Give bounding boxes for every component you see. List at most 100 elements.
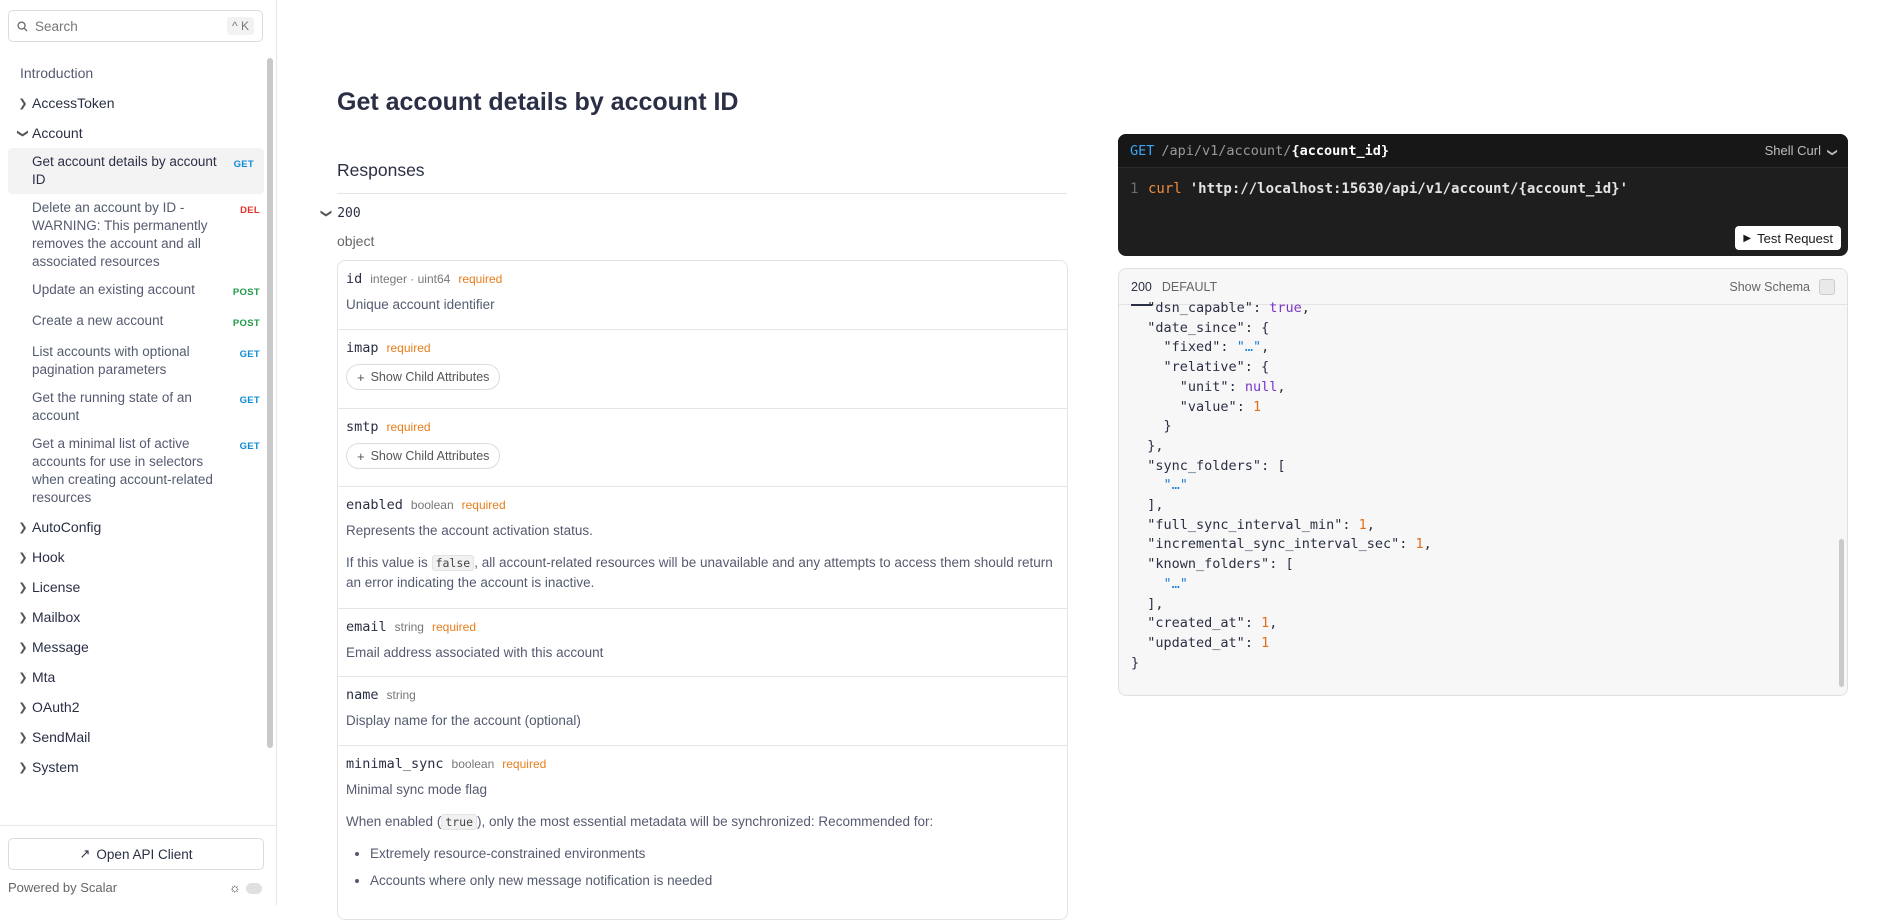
bullet-list: Extremely resource-constrained environme… bbox=[370, 840, 1059, 894]
sidebar-item-system[interactable]: ❯ System bbox=[0, 752, 270, 782]
prop-type: boolean bbox=[451, 757, 495, 771]
note-text: When enabled ( bbox=[346, 814, 442, 829]
sidebar-item-introduction[interactable]: Introduction bbox=[0, 58, 270, 88]
sidebar-item-sendmail[interactable]: ❯ SendMail bbox=[0, 722, 270, 752]
required-badge: required bbox=[386, 420, 431, 434]
chevron-right-icon: ❯ bbox=[18, 671, 28, 684]
chevron-down-icon: ❯ bbox=[1826, 148, 1838, 157]
sidebar-item-label: OAuth2 bbox=[32, 699, 80, 715]
sidebar-endpoint-running-state[interactable]: Get the running state of an account GET bbox=[0, 384, 270, 430]
sidebar-item-license[interactable]: ❯ License bbox=[0, 572, 270, 602]
prop-description: Display name for the account (optional) bbox=[346, 713, 581, 728]
sidebar-scrollbar[interactable] bbox=[266, 50, 273, 820]
method-badge: POST bbox=[232, 287, 260, 298]
open-api-client-button[interactable]: ↗ Open API Client bbox=[8, 838, 264, 870]
sidebar-item-oauth2[interactable]: ❯ OAuth2 bbox=[0, 692, 270, 722]
search-shortcut: ^ K bbox=[227, 17, 254, 35]
button-label: Open API Client bbox=[96, 846, 193, 862]
sidebar-endpoint-list-accounts[interactable]: List accounts with optional pagination p… bbox=[0, 338, 270, 384]
prop-type: boolean bbox=[410, 498, 454, 512]
prop-minimal-sync: minimal_sync boolean required Minimal sy… bbox=[338, 746, 1067, 894]
sidebar-endpoint-delete-account[interactable]: Delete an account by ID - WARNING: This … bbox=[0, 194, 270, 276]
object-type: object bbox=[337, 233, 375, 249]
prop-name: name bbox=[346, 687, 379, 703]
search-placeholder: Search bbox=[35, 18, 78, 34]
chevron-right-icon: ❯ bbox=[18, 761, 28, 774]
sidebar-nav: Introduction ❯ AccessToken ❯ Account Get… bbox=[0, 58, 270, 826]
prop-name: enabled bbox=[346, 497, 403, 513]
powered-by-text[interactable]: Powered by Scalar bbox=[8, 880, 117, 895]
prop-enabled: enabled boolean required Represents the … bbox=[338, 487, 1067, 609]
sidebar-endpoint-create-account[interactable]: Create a new account POST bbox=[0, 307, 270, 338]
prop-type: integer · uint64 bbox=[370, 272, 451, 286]
sidebar-item-mailbox[interactable]: ❯ Mailbox bbox=[0, 602, 270, 632]
method-badge: GET bbox=[233, 159, 254, 170]
show-child-attributes-button[interactable]: + Show Child Attributes bbox=[346, 364, 501, 390]
required-badge: required bbox=[431, 620, 477, 634]
response-scrollbar[interactable] bbox=[1839, 313, 1845, 693]
status-code: 200 bbox=[337, 206, 361, 221]
note-text: If this value is bbox=[346, 555, 428, 570]
scrollbar-thumb[interactable] bbox=[267, 58, 273, 748]
prop-type: string bbox=[394, 620, 424, 634]
sidebar-item-label: SendMail bbox=[32, 729, 91, 745]
prop-description: Unique account identifier bbox=[346, 297, 495, 312]
prop-name: smtp bbox=[346, 419, 379, 435]
sidebar-item-message[interactable]: ❯ Message bbox=[0, 632, 270, 662]
endpoint-label: Delete an account by ID - WARNING: This … bbox=[32, 200, 208, 269]
play-icon: ▶ bbox=[1743, 232, 1752, 244]
chevron-right-icon: ❯ bbox=[18, 551, 28, 564]
endpoint-label: Create a new account bbox=[32, 313, 164, 328]
tab-default[interactable]: DEFAULT bbox=[1162, 280, 1217, 294]
method-badge: GET bbox=[239, 349, 260, 360]
client-selector[interactable]: Shell Curl ❯ bbox=[1764, 143, 1838, 158]
sidebar-item-label: License bbox=[32, 579, 81, 595]
chevron-down-icon: ❯ bbox=[320, 208, 333, 219]
list-item: Extremely resource-constrained environme… bbox=[370, 840, 1059, 867]
sidebar-endpoint-update-account[interactable]: Update an existing account POST bbox=[0, 276, 270, 307]
sidebar-endpoint-get-account[interactable]: Get account details by account ID GET bbox=[8, 148, 264, 194]
sidebar-item-accesstoken[interactable]: ❯ AccessToken bbox=[0, 88, 270, 118]
sidebar-endpoint-minimal-list[interactable]: Get a minimal list of active accounts fo… bbox=[0, 430, 270, 512]
endpoint-label: Get account details by account ID bbox=[32, 154, 217, 187]
sidebar-item-label: Account bbox=[32, 125, 83, 141]
chevron-right-icon: ❯ bbox=[18, 611, 28, 624]
show-child-attributes-button[interactable]: + Show Child Attributes bbox=[346, 443, 501, 469]
prop-note: If this value is false, all account-rela… bbox=[346, 553, 1059, 593]
note-text: ), only the most essential metadata will… bbox=[477, 814, 934, 829]
show-schema-toggle[interactable]: Show Schema bbox=[1729, 278, 1835, 295]
sidebar-item-hook[interactable]: ❯ Hook bbox=[0, 542, 270, 572]
chevron-down-icon: ❯ bbox=[16, 128, 29, 138]
client-label: Shell Curl bbox=[1764, 143, 1821, 158]
required-badge: required bbox=[386, 341, 431, 355]
test-request-button[interactable]: ▶ Test Request bbox=[1735, 226, 1841, 250]
sidebar-item-autoconfig[interactable]: ❯ AutoConfig bbox=[0, 512, 270, 542]
curl-keyword: curl bbox=[1148, 181, 1182, 197]
list-item: Accounts where only new message notifica… bbox=[370, 867, 1059, 894]
theme-toggle[interactable]: ☼ bbox=[229, 880, 263, 897]
properties-list: id integer · uint64 required Unique acco… bbox=[337, 260, 1068, 920]
scrollbar-thumb[interactable] bbox=[1839, 539, 1844, 687]
endpoint-label: Get a minimal list of active accounts fo… bbox=[32, 436, 213, 505]
search-input[interactable]: Search ^ K bbox=[8, 10, 263, 42]
prop-description: Minimal sync mode flag bbox=[346, 782, 488, 797]
request-path: /api/v1/account/ bbox=[1161, 142, 1292, 159]
endpoint-label: List accounts with optional pagination p… bbox=[32, 344, 190, 377]
button-label: Show Child Attributes bbox=[370, 370, 490, 384]
prop-name-field: name string Display name for the account… bbox=[338, 677, 1067, 746]
page-title: Get account details by account ID bbox=[337, 88, 739, 116]
prop-type: string bbox=[386, 688, 416, 702]
prop-description: Represents the account activation status… bbox=[346, 523, 593, 538]
sidebar-item-mta[interactable]: ❯ Mta bbox=[0, 662, 270, 692]
arrow-up-right-icon: ↗ bbox=[79, 846, 91, 861]
request-example-card: GET /api/v1/account/{account_id} Shell C… bbox=[1118, 134, 1848, 256]
status-200-toggle[interactable]: ❯ 200 bbox=[320, 206, 361, 221]
prop-name: email bbox=[346, 619, 387, 635]
checkbox[interactable] bbox=[1819, 278, 1835, 295]
prop-note: When enabled (true), only the most essen… bbox=[346, 812, 1059, 832]
prop-name: id bbox=[346, 271, 363, 287]
button-label: Test Request bbox=[1757, 230, 1833, 246]
inline-code: true bbox=[441, 814, 478, 830]
prop-id: id integer · uint64 required Unique acco… bbox=[338, 261, 1067, 330]
sidebar-item-account[interactable]: ❯ Account bbox=[0, 118, 270, 148]
